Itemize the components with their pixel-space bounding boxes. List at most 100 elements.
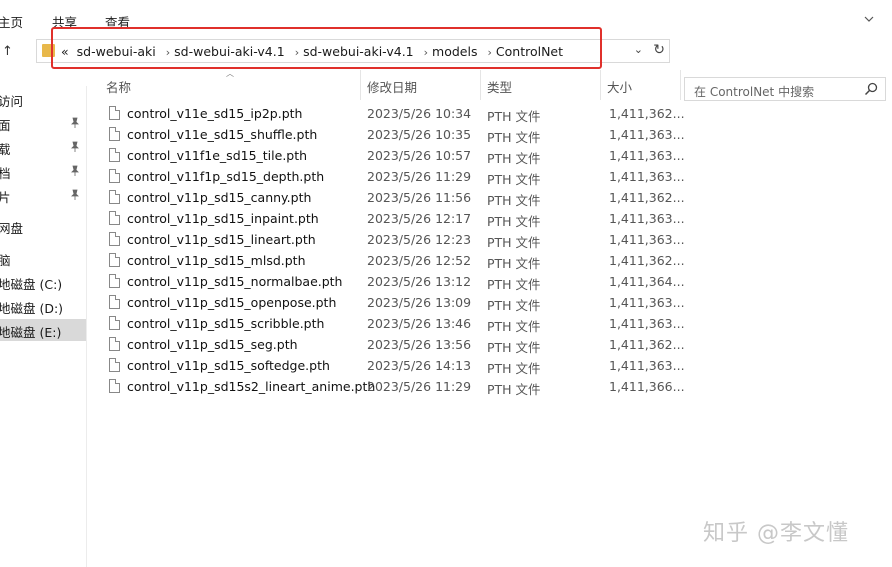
sidebar-item-quick-access[interactable]: 访问 bbox=[0, 88, 86, 110]
file-icon bbox=[109, 274, 120, 288]
file-size: 1,411,363... bbox=[609, 232, 685, 247]
pin-icon[interactable] bbox=[70, 165, 80, 176]
tab-view[interactable]: 查看 bbox=[105, 12, 130, 31]
breadcrumb-sd-webui-aki[interactable]: sd-webui-aki bbox=[77, 44, 156, 59]
file-type: PTH 文件 bbox=[487, 109, 541, 124]
chevron-right-icon[interactable]: › bbox=[424, 46, 428, 59]
sidebar-item-desktop[interactable]: 面 bbox=[0, 112, 86, 134]
column-header-size[interactable]: 大小 bbox=[601, 70, 680, 100]
chevron-right-icon[interactable]: › bbox=[295, 46, 299, 59]
file-name: control_v11p_sd15_scribble.pth bbox=[127, 316, 325, 331]
breadcrumb-overflow[interactable]: « bbox=[61, 44, 69, 59]
file-row[interactable]: control_v11p_sd15_softedge.pth 2023/5/26 … bbox=[100, 356, 685, 377]
chevron-right-icon[interactable]: › bbox=[166, 46, 170, 59]
file-name: control_v11e_sd15_shuffle.pth bbox=[127, 127, 318, 142]
column-header-type[interactable]: 类型 bbox=[481, 70, 600, 100]
address-bar[interactable]: « sd-webui-aki › sd-webui-aki-v4.1 › sd-webu… bbox=[36, 39, 670, 63]
sidebar-item-label: 面 bbox=[0, 118, 11, 133]
file-row[interactable]: control_v11e_sd15_ip2p.pth 2023/5/26 10:3… bbox=[100, 104, 685, 125]
navigation-pane: 访问 面 载 档 片 网盘 脑 地磁盘 (C:) 地磁盘 (D:) 地磁盘 (E… bbox=[0, 86, 87, 567]
file-name: control_v11p_sd15_normalbae.pth bbox=[127, 274, 343, 289]
pin-icon[interactable] bbox=[70, 189, 80, 200]
file-icon bbox=[109, 127, 120, 141]
column-header-label: 修改日期 bbox=[367, 80, 418, 95]
file-type: PTH 文件 bbox=[487, 235, 541, 250]
search-icon[interactable] bbox=[864, 82, 878, 96]
file-icon bbox=[109, 232, 120, 246]
file-row[interactable]: control_v11e_sd15_shuffle.pth 2023/5/26 1… bbox=[100, 125, 685, 146]
file-row[interactable]: control_v11p_sd15_inpaint.pth 2023/5/26 1… bbox=[100, 209, 685, 230]
file-icon bbox=[109, 379, 120, 393]
file-date: 2023/5/26 10:34 bbox=[367, 106, 472, 121]
file-row[interactable]: control_v11p_sd15_mlsd.pth 2023/5/26 12:5… bbox=[100, 251, 685, 272]
file-type: PTH 文件 bbox=[487, 382, 541, 397]
column-divider[interactable] bbox=[680, 70, 681, 100]
sidebar-item-label: 网盘 bbox=[0, 221, 24, 236]
file-row[interactable]: control_v11p_sd15_canny.pth 2023/5/26 11:… bbox=[100, 188, 685, 209]
pin-icon[interactable] bbox=[70, 117, 80, 128]
history-dropdown-icon[interactable]: ⌄ bbox=[634, 43, 643, 56]
file-row[interactable]: control_v11p_sd15_normalbae.pth 2023/5/26… bbox=[100, 272, 685, 293]
file-date: 2023/5/26 14:13 bbox=[367, 358, 472, 373]
file-name: control_v11e_sd15_ip2p.pth bbox=[127, 106, 303, 121]
arrow-up-icon[interactable]: ↑ bbox=[2, 44, 13, 59]
file-size: 1,411,363... bbox=[609, 316, 685, 331]
file-size: 1,411,362... bbox=[609, 190, 685, 205]
file-icon bbox=[109, 253, 120, 267]
search-input[interactable]: 在 ControlNet 中搜索 bbox=[684, 77, 886, 101]
column-header-label: 名称 bbox=[106, 80, 132, 95]
file-name: control_v11p_sd15s2_lineart_anime.pth bbox=[127, 379, 376, 394]
file-name: control_v11p_sd15_lineart.pth bbox=[127, 232, 316, 247]
breadcrumb-models[interactable]: models bbox=[432, 44, 477, 59]
file-size: 1,411,363... bbox=[609, 127, 685, 142]
ribbon-tabs: 主页 共享 查看 bbox=[0, 0, 892, 34]
sidebar-item-downloads[interactable]: 载 bbox=[0, 136, 86, 158]
breadcrumb-sd-webui-aki-v4-1-b[interactable]: sd-webui-aki-v4.1 bbox=[303, 44, 414, 59]
sidebar-item-this-pc[interactable]: 脑 bbox=[0, 247, 86, 269]
file-row[interactable]: control_v11f1p_sd15_depth.pth 2023/5/26 1… bbox=[100, 167, 685, 188]
sidebar-item-label: 地磁盘 (E:) bbox=[0, 325, 62, 340]
file-date: 2023/5/26 12:23 bbox=[367, 232, 472, 247]
file-date: 2023/5/26 10:57 bbox=[367, 148, 472, 163]
sidebar-item-cloud-drive[interactable]: 网盘 bbox=[0, 215, 86, 237]
file-size: 1,411,363... bbox=[609, 148, 685, 163]
file-row[interactable]: control_v11p_sd15_lineart.pth 2023/5/26 1… bbox=[100, 230, 685, 251]
chevron-down-icon[interactable] bbox=[864, 14, 874, 24]
file-type: PTH 文件 bbox=[487, 298, 541, 313]
file-size: 1,411,366... bbox=[609, 379, 685, 394]
breadcrumb-controlnet[interactable]: ControlNet bbox=[496, 44, 563, 59]
sidebar-item-drive-d[interactable]: 地磁盘 (D:) bbox=[0, 295, 86, 317]
file-row[interactable]: control_v11p_sd15_openpose.pth 2023/5/26 … bbox=[100, 293, 685, 314]
file-size: 1,411,363... bbox=[609, 295, 685, 310]
file-row[interactable]: control_v11f1e_sd15_tile.pth 2023/5/26 10… bbox=[100, 146, 685, 167]
sidebar-item-label: 档 bbox=[0, 166, 11, 181]
tab-share[interactable]: 共享 bbox=[52, 12, 77, 31]
sidebar-item-label: 载 bbox=[0, 142, 11, 157]
pin-icon[interactable] bbox=[70, 141, 80, 152]
sidebar-item-label: 片 bbox=[0, 190, 11, 205]
file-size: 1,411,362... bbox=[609, 106, 685, 121]
file-type: PTH 文件 bbox=[487, 361, 541, 376]
file-date: 2023/5/26 10:35 bbox=[367, 127, 472, 142]
file-icon bbox=[109, 169, 120, 183]
file-name: control_v11p_sd15_openpose.pth bbox=[127, 295, 337, 310]
column-header-date[interactable]: 修改日期 bbox=[361, 70, 480, 100]
column-header-label: 大小 bbox=[607, 80, 633, 95]
file-name: control_v11f1e_sd15_tile.pth bbox=[127, 148, 308, 163]
file-size: 1,411,364... bbox=[609, 274, 685, 289]
file-row[interactable]: control_v11p_sd15_scribble.pth 2023/5/26 … bbox=[100, 314, 685, 335]
file-icon bbox=[109, 358, 120, 372]
sort-ascending-icon: ︿ bbox=[226, 69, 234, 78]
sidebar-item-documents[interactable]: 档 bbox=[0, 160, 86, 182]
sidebar-item-pictures[interactable]: 片 bbox=[0, 184, 86, 206]
refresh-icon[interactable]: ↻ bbox=[653, 42, 665, 58]
sidebar-item-drive-e[interactable]: 地磁盘 (E:) bbox=[0, 319, 86, 341]
file-icon bbox=[109, 316, 120, 330]
tab-home[interactable]: 主页 bbox=[0, 12, 23, 31]
file-icon bbox=[109, 211, 120, 225]
sidebar-item-drive-c[interactable]: 地磁盘 (C:) bbox=[0, 271, 86, 293]
chevron-right-icon[interactable]: › bbox=[487, 46, 491, 59]
breadcrumb-sd-webui-aki-v4-1-a[interactable]: sd-webui-aki-v4.1 bbox=[174, 44, 285, 59]
file-row[interactable]: control_v11p_sd15s2_lineart_anime.pth 202… bbox=[100, 377, 685, 398]
file-row[interactable]: control_v11p_sd15_seg.pth 2023/5/26 13:56… bbox=[100, 335, 685, 356]
